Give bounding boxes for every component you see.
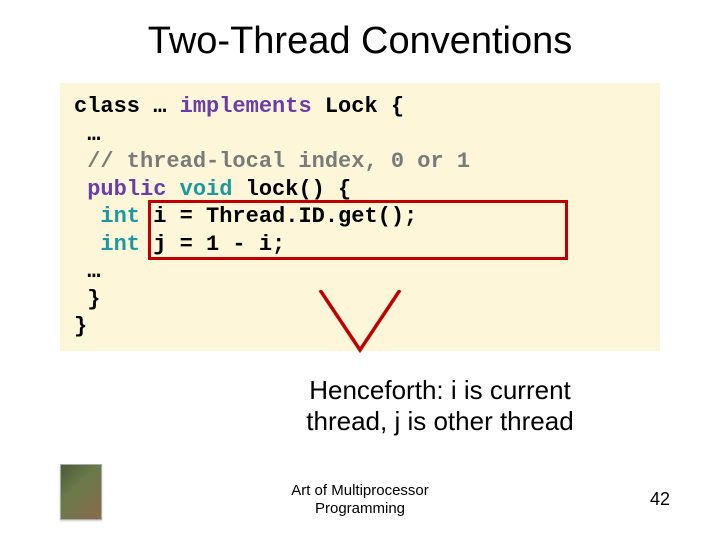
annotation-line-2: thread, j is other thread (210, 406, 670, 437)
code-line-4: int i = Thread.ID.get(); (74, 203, 646, 231)
code-line-2: // thread-local index, 0 or 1 (74, 148, 646, 176)
code-line-7: } (74, 286, 646, 314)
code-line-0: class … implements Lock { (74, 93, 646, 121)
code-line-3: public void lock() { (74, 176, 646, 204)
slide: Two-Thread Conventions class … implement… (0, 0, 720, 540)
annotation-text: Henceforth: i is current thread, j is ot… (210, 375, 670, 437)
code-line-5: int j = 1 - i; (74, 231, 646, 259)
code-block: class … implements Lock { … // thread-lo… (60, 83, 660, 351)
page-number: 42 (650, 489, 670, 510)
book-cover-icon (60, 464, 102, 520)
annotation-line-1: Henceforth: i is current (210, 375, 670, 406)
footer-text: Art of Multiprocessor Programming (291, 482, 429, 518)
code-line-6: … (74, 258, 646, 286)
slide-title: Two-Thread Conventions (0, 20, 720, 63)
code-line-1: … (74, 121, 646, 149)
code-line-8: } (74, 313, 646, 341)
